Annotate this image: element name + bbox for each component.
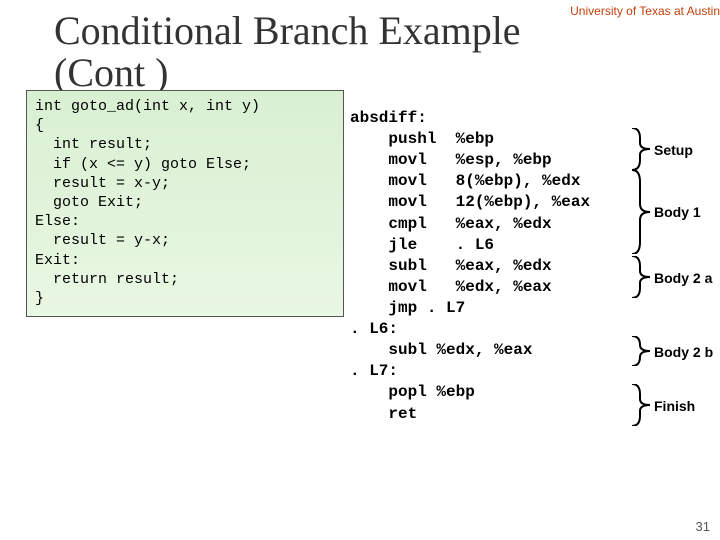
brace-label-setup: Setup xyxy=(654,142,693,158)
brace-label-body2a: Body 2 a xyxy=(654,270,712,286)
affiliation-text: University of Texas at Austin xyxy=(570,4,720,18)
brace-body2a: Body 2 a xyxy=(630,256,652,298)
title-line-2: (Cont ) xyxy=(54,50,168,95)
c-code-block: int goto_ad(int x, int y) { int result; … xyxy=(26,90,344,317)
slide-number: 31 xyxy=(696,519,710,534)
slide-title: Conditional Branch Example (Cont ) xyxy=(54,10,521,94)
brace-body2b: Body 2 b xyxy=(630,336,652,366)
assembly-code-block: absdiff: pushl %ebp movl %esp, %ebp movl… xyxy=(350,108,590,425)
brace-label-body2b: Body 2 b xyxy=(654,344,713,360)
title-line-1: Conditional Branch Example xyxy=(54,8,521,53)
brace-setup: Setup xyxy=(630,128,652,170)
brace-body1: Body 1 xyxy=(630,170,652,254)
brace-label-finish: Finish xyxy=(654,398,695,414)
brace-finish: Finish xyxy=(630,384,652,426)
brace-label-body1: Body 1 xyxy=(654,204,701,220)
